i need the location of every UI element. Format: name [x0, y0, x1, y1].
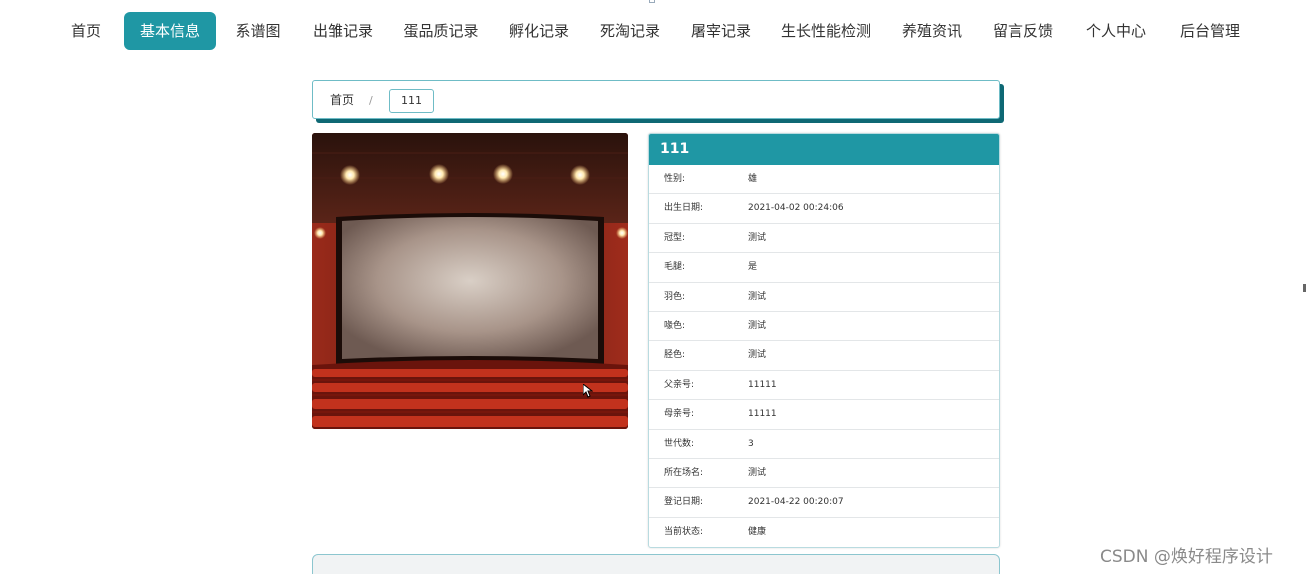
- detail-label: 父亲号:: [664, 379, 695, 390]
- detail-label: 母亲号:: [664, 409, 695, 420]
- detail-row-shank-color: 胫色: 测试: [649, 341, 999, 371]
- breadcrumb-home-link[interactable]: 首页: [330, 81, 354, 120]
- nav-item-basic-info[interactable]: 基本信息: [124, 12, 216, 50]
- detail-row-mother-id: 母亲号: 11111: [649, 400, 999, 430]
- detail-value: 11111: [748, 409, 777, 420]
- top-edge-marker: [649, 0, 655, 3]
- nav-item-culling-records[interactable]: 死淘记录: [592, 12, 668, 50]
- nav-item-breeding-news[interactable]: 养殖资讯: [894, 12, 970, 50]
- item-photo: [312, 133, 628, 429]
- right-edge-marker: [1303, 284, 1306, 292]
- detail-label: 喙色:: [664, 320, 686, 331]
- detail-value: 2021-04-02 00:24:06: [748, 203, 844, 214]
- nav-item-admin[interactable]: 后台管理: [1172, 12, 1248, 50]
- detail-value: 测试: [748, 467, 767, 478]
- detail-value: 3: [748, 438, 754, 449]
- detail-row-father-id: 父亲号: 11111: [649, 371, 999, 401]
- detail-value: 测试: [748, 320, 767, 331]
- detail-label: 出生日期:: [664, 203, 704, 214]
- breadcrumb: 首页 / 111: [312, 80, 1000, 119]
- detail-value: 健康: [748, 526, 767, 537]
- comments-panel: [312, 554, 1000, 574]
- nav-item-hatch-out-records[interactable]: 出雏记录: [305, 12, 381, 50]
- detail-label: 冠型:: [664, 232, 686, 243]
- nav-item-egg-quality-records[interactable]: 蛋品质记录: [397, 12, 485, 50]
- nav-item-growth-performance[interactable]: 生长性能检测: [774, 12, 878, 50]
- detail-row-generation: 世代数: 3: [649, 430, 999, 459]
- detail-value: 2021-04-22 00:20:07: [748, 497, 844, 508]
- detail-row-gender: 性别: 雄: [649, 165, 999, 195]
- detail-row-feather-color: 羽色: 测试: [649, 283, 999, 312]
- detail-row-farm-name: 所在场名: 测试: [649, 459, 999, 489]
- detail-row-current-status: 当前状态: 健康: [649, 518, 999, 547]
- watermark: CSDN @焕好程序设计: [1100, 547, 1273, 567]
- detail-row-beak-color: 喙色: 测试: [649, 312, 999, 342]
- detail-label: 世代数:: [664, 438, 695, 449]
- details-panel: 111 性别: 雄 出生日期: 2021-04-02 00:24:06 冠型: …: [648, 133, 1000, 548]
- detail-label: 当前状态:: [664, 526, 704, 537]
- detail-value: 雄: [748, 174, 758, 184]
- nav-item-feedback[interactable]: 留言反馈: [985, 12, 1061, 50]
- detail-label: 毛腿:: [664, 262, 686, 273]
- detail-label: 登记日期:: [664, 497, 704, 508]
- mouse-cursor-icon: [583, 384, 593, 398]
- detail-row-registration-date: 登记日期: 2021-04-22 00:20:07: [649, 488, 999, 518]
- detail-label: 性别:: [664, 174, 686, 184]
- nav-item-incubation-records[interactable]: 孵化记录: [501, 12, 577, 50]
- detail-label: 羽色:: [664, 291, 686, 302]
- detail-value: 是: [748, 262, 758, 273]
- detail-value: 测试: [748, 232, 767, 243]
- detail-value: 11111: [748, 379, 777, 390]
- nav-item-slaughter-records[interactable]: 屠宰记录: [683, 12, 759, 50]
- nav-item-pedigree[interactable]: 系谱图: [226, 12, 290, 50]
- breadcrumb-current: 111: [389, 89, 434, 113]
- nav-item-home[interactable]: 首页: [58, 12, 114, 50]
- detail-row-feathered-legs: 毛腿: 是: [649, 253, 999, 283]
- nav-item-personal-center[interactable]: 个人中心: [1078, 12, 1154, 50]
- details-title: 111: [649, 134, 999, 165]
- detail-row-birth-date: 出生日期: 2021-04-02 00:24:06: [649, 194, 999, 224]
- detail-label: 胫色:: [664, 350, 686, 361]
- detail-row-comb-type: 冠型: 测试: [649, 224, 999, 254]
- main-nav: 首页 基本信息 系谱图 出雏记录 蛋品质记录 孵化记录 死淘记录 屠宰记录 生长…: [0, 12, 1307, 50]
- breadcrumb-separator: /: [369, 94, 373, 107]
- detail-value: 测试: [748, 291, 767, 302]
- detail-value: 测试: [748, 350, 767, 361]
- detail-label: 所在场名:: [664, 467, 704, 478]
